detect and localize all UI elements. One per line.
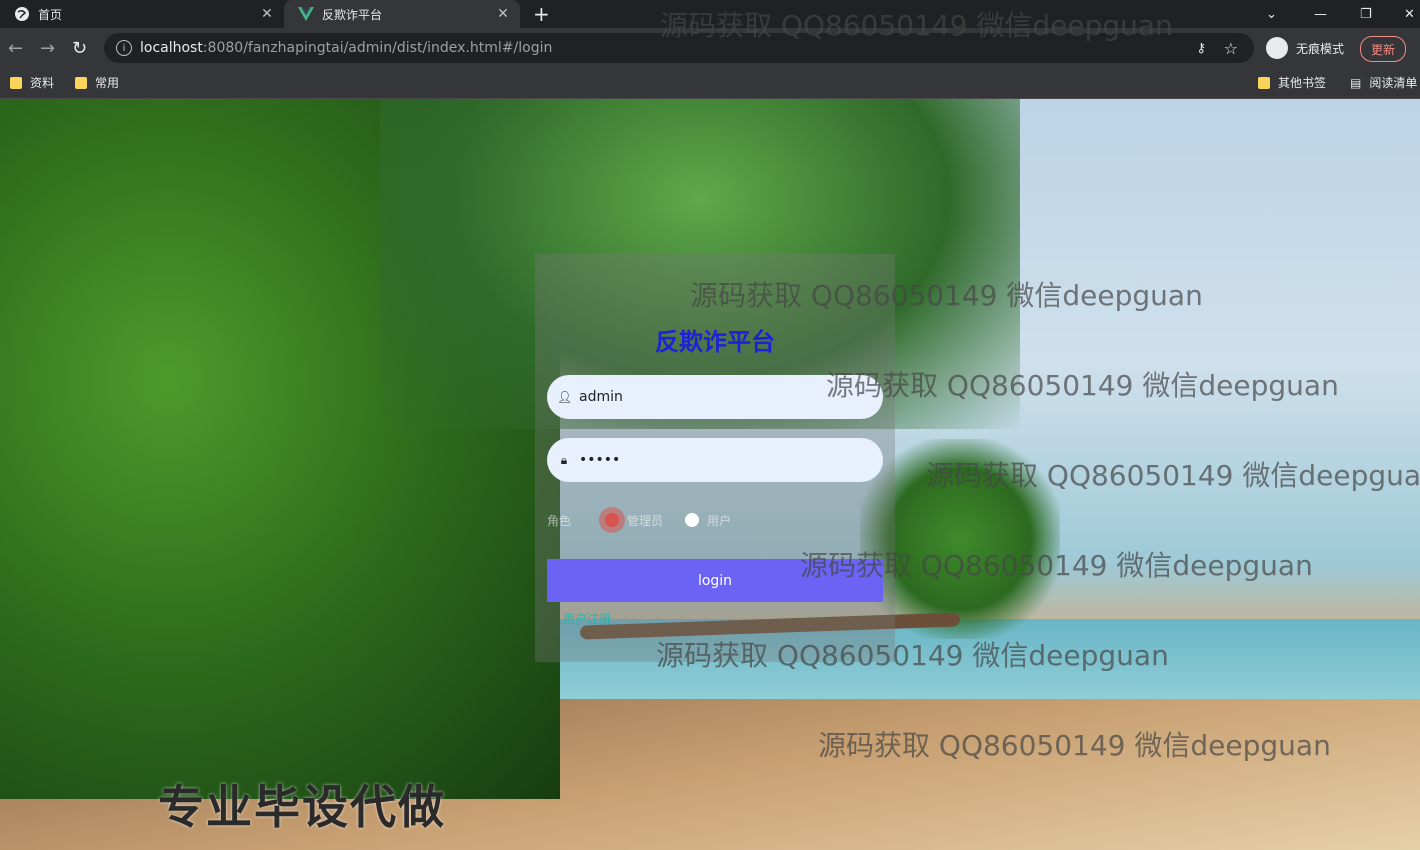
role-selector: 角色 管理员 用户: [547, 510, 731, 530]
back-icon[interactable]: ←: [8, 38, 23, 59]
bookmark-label: 其他书签: [1278, 76, 1327, 90]
info-icon[interactable]: i: [116, 40, 132, 56]
watermark: 源码获取 QQ86050149 微信deepguan: [690, 279, 1203, 312]
close-tab-icon[interactable]: ✕: [258, 6, 276, 22]
folder-icon: [1258, 76, 1270, 89]
new-tab-button[interactable]: +: [533, 2, 550, 26]
role-label: 角色: [547, 513, 572, 528]
promo-text: 专业毕设代做: [158, 780, 446, 834]
login-panel: 反欺诈平台 👤︎ 🔒︎ 角色 管理员 用户 login 用户注册: [535, 254, 895, 662]
watermark: 源码获取 QQ86050149 微信deepguan: [660, 9, 1173, 42]
tab-search-icon[interactable]: ⌄: [1266, 0, 1277, 28]
forward-icon[interactable]: →: [40, 38, 55, 59]
url-host: localhost: [140, 40, 203, 56]
username-input[interactable]: [577, 388, 861, 406]
login-title: 反欺诈平台: [655, 328, 775, 356]
role-radio-admin[interactable]: [605, 513, 620, 527]
reading-list[interactable]: ▤ 阅读清单: [1350, 74, 1417, 91]
close-window-icon[interactable]: ✕: [1404, 0, 1415, 28]
tab-title: 首页: [38, 7, 63, 22]
bookmark-label: 资料: [30, 76, 55, 90]
folder-icon: [75, 76, 87, 89]
watermark: 源码获取 QQ86050149 微信deepguan: [926, 459, 1420, 492]
key-icon[interactable]: ⚷: [1196, 41, 1206, 56]
vue-logo-icon: [298, 6, 314, 22]
watermark: 源码获取 QQ86050149 微信deepguan: [826, 369, 1339, 402]
reading-list-icon: ▤: [1350, 75, 1362, 90]
lock-icon: 🔒︎: [560, 452, 568, 467]
register-link[interactable]: 用户注册: [563, 610, 611, 627]
incognito-icon: [1266, 37, 1288, 59]
password-input[interactable]: [577, 451, 861, 469]
watermark: 源码获取 QQ86050149 微信deepguan: [800, 549, 1313, 582]
bookmark-folder[interactable]: 常用: [75, 74, 119, 91]
update-button[interactable]: 更新: [1360, 36, 1407, 62]
role-radio-user[interactable]: [685, 513, 700, 527]
user-icon: 👤︎: [557, 390, 573, 404]
star-icon[interactable]: ☆: [1224, 39, 1238, 58]
url-path: :8080/fanzhapingtai/admin/dist/index.htm…: [202, 40, 553, 56]
restore-icon[interactable]: ❐: [1360, 0, 1372, 28]
reload-icon[interactable]: ↻: [72, 38, 87, 59]
incognito-label: 无痕模式: [1296, 41, 1345, 56]
bookmark-folder-other[interactable]: 其他书签: [1258, 74, 1326, 91]
incognito-indicator[interactable]: 无痕模式: [1266, 33, 1344, 63]
close-tab-icon[interactable]: ✕: [494, 6, 512, 22]
watermark: 源码获取 QQ86050149 微信deepguan: [818, 729, 1331, 762]
bookmarks-bar: 资料 常用 其他书签 ▤ 阅读清单: [0, 68, 1420, 99]
tab-home[interactable]: 首页 ✕: [0, 0, 284, 28]
url-text[interactable]: localhost:8080/fanzhapingtai/admin/dist/…: [140, 40, 552, 56]
role-option-label: 管理员: [627, 513, 664, 528]
bookmark-label: 常用: [95, 76, 120, 90]
role-option-label: 用户: [707, 513, 732, 528]
globe-icon: [14, 6, 30, 22]
watermark: 源码获取 QQ86050149 微信deepguan: [656, 639, 1169, 672]
minimize-icon[interactable]: —: [1314, 0, 1327, 28]
tab-title: 反欺诈平台: [322, 7, 383, 22]
bookmark-label: 阅读清单: [1369, 76, 1418, 90]
bookmark-folder[interactable]: 资料: [10, 74, 54, 91]
folder-icon: [10, 76, 22, 89]
password-field[interactable]: 🔒︎: [547, 438, 883, 482]
tab-active[interactable]: 反欺诈平台 ✕: [284, 0, 520, 28]
